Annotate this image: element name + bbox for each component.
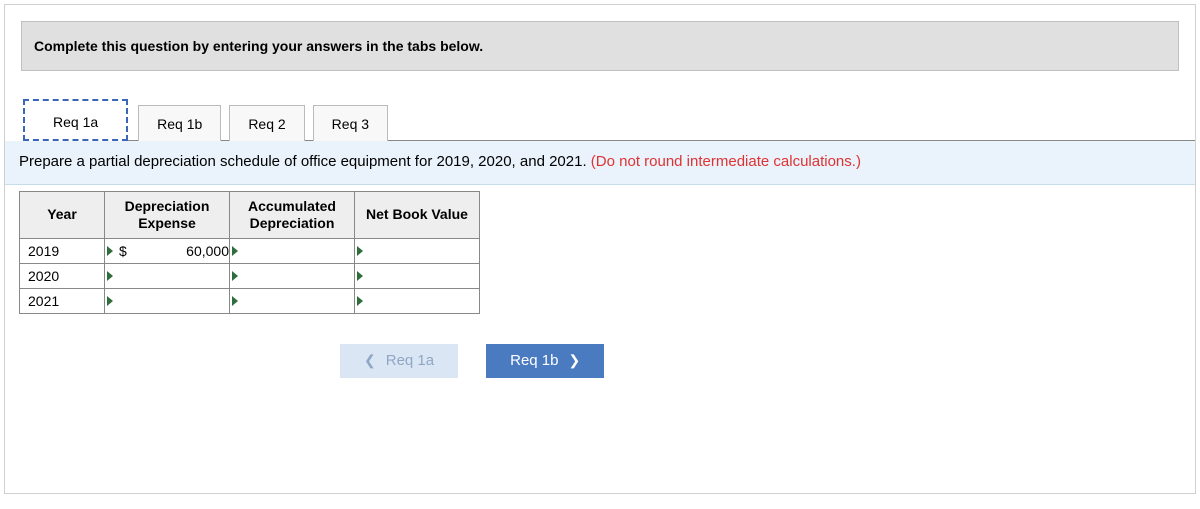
chevron-right-icon: ❯	[568, 352, 580, 369]
cell-net-book[interactable]	[355, 263, 480, 288]
prompt-main: Prepare a partial depreciation schedule …	[19, 153, 591, 170]
cell-net-book[interactable]	[355, 238, 480, 263]
tab-label: Req 2	[248, 116, 285, 132]
instruction-bar: Complete this question by entering your …	[21, 21, 1179, 71]
tab-req-1b[interactable]: Req 1b	[138, 105, 221, 141]
next-tab-button[interactable]: Req 1b ❯	[486, 344, 604, 378]
cell-year: 2019	[20, 238, 105, 263]
input-marker-icon	[357, 271, 363, 281]
tab-label: Req 3	[332, 116, 369, 132]
table-row: 2020	[20, 263, 480, 288]
header-year: Year	[20, 192, 105, 239]
depreciation-table: Year Depreciation Expense Accumulated De…	[19, 191, 480, 314]
tab-label: Req 1b	[157, 116, 202, 132]
cell-year: 2021	[20, 288, 105, 313]
input-marker-icon	[232, 296, 238, 306]
table-row: 2019 $ 60,000	[20, 238, 480, 263]
tab-req-2[interactable]: Req 2	[229, 105, 304, 141]
cell-dep-expense[interactable]	[105, 263, 230, 288]
tab-req-3[interactable]: Req 3	[313, 105, 388, 141]
input-marker-icon	[357, 246, 363, 256]
table-row: 2021	[20, 288, 480, 313]
currency-symbol: $	[117, 243, 135, 259]
cell-dep-expense[interactable]: $ 60,000	[105, 238, 230, 263]
tab-label: Req 1a	[53, 114, 98, 130]
cell-net-book[interactable]	[355, 288, 480, 313]
cell-acc-dep[interactable]	[230, 263, 355, 288]
cell-dep-expense[interactable]	[105, 288, 230, 313]
input-marker-icon	[107, 246, 113, 256]
header-net-book: Net Book Value	[355, 192, 480, 239]
input-marker-icon	[107, 296, 113, 306]
cell-acc-dep[interactable]	[230, 288, 355, 313]
prev-tab-button[interactable]: ❮ Req 1a	[340, 344, 458, 378]
input-marker-icon	[107, 271, 113, 281]
question-container: Complete this question by entering your …	[4, 4, 1196, 494]
input-marker-icon	[232, 271, 238, 281]
next-label: Req 1b	[510, 352, 558, 369]
instruction-text: Complete this question by entering your …	[34, 38, 483, 54]
tabs-row: Req 1a Req 1b Req 2 Req 3	[23, 99, 1195, 141]
header-dep-expense: Depreciation Expense	[105, 192, 230, 239]
prompt-warning: (Do not round intermediate calculations.…	[591, 153, 861, 170]
cell-acc-dep[interactable]	[230, 238, 355, 263]
tab-req-1a[interactable]: Req 1a	[23, 99, 128, 141]
header-acc-dep: Accumulated Depreciation	[230, 192, 355, 239]
input-marker-icon	[232, 246, 238, 256]
dep-amount: 60,000	[135, 243, 229, 259]
question-prompt: Prepare a partial depreciation schedule …	[5, 141, 1195, 185]
chevron-left-icon: ❮	[364, 352, 376, 369]
prev-label: Req 1a	[386, 352, 434, 369]
input-marker-icon	[357, 296, 363, 306]
cell-year: 2020	[20, 263, 105, 288]
nav-row: ❮ Req 1a Req 1b ❯	[340, 344, 1195, 378]
